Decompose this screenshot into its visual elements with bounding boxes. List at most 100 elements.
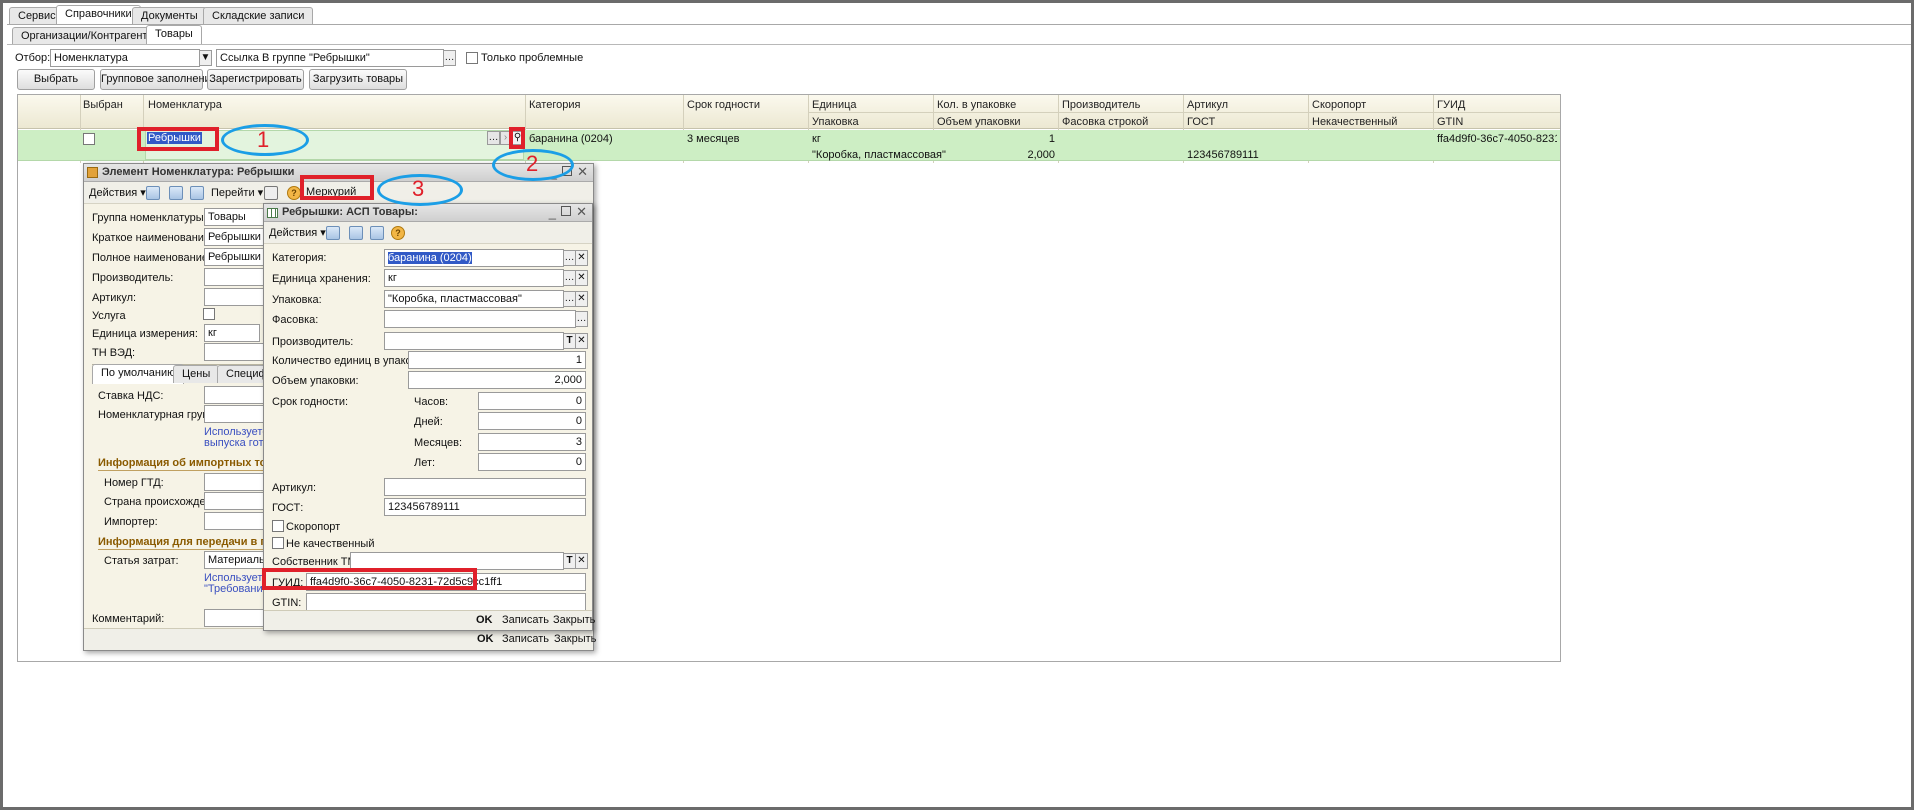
header-package[interactable]: Упаковка: [812, 116, 859, 128]
list-icon[interactable]: [264, 186, 278, 200]
service-checkbox[interactable]: [203, 308, 215, 320]
tab-warehouse-records[interactable]: Складские записи: [203, 7, 314, 25]
label-tm-owner: Собственник ТМ:: [272, 556, 360, 568]
header-selected[interactable]: Выбран: [83, 99, 123, 111]
perishable-checkbox[interactable]: [272, 520, 284, 532]
field-unit[interactable]: кг: [204, 324, 260, 342]
tab-goods[interactable]: Товары: [146, 25, 202, 45]
tm-owner-clear[interactable]: ✕: [575, 553, 588, 569]
filter-value-select[interactable]: …: [443, 50, 456, 66]
field-short-name[interactable]: Ребрышки: [204, 228, 264, 246]
actions-menu[interactable]: Действия ▾: [89, 186, 146, 199]
minimize-icon[interactable]: _: [549, 205, 556, 220]
register-button[interactable]: Зарегистрировать: [207, 69, 304, 90]
tab-prices[interactable]: Цены: [173, 365, 220, 383]
field-gtd[interactable]: [204, 473, 264, 491]
save-button[interactable]: Записать: [502, 633, 549, 645]
refresh-icon[interactable]: [349, 226, 363, 240]
field-gost[interactable]: 123456789111: [384, 498, 586, 516]
header-gost[interactable]: ГОСТ: [1187, 116, 1215, 128]
tab-documents[interactable]: Документы: [132, 7, 207, 25]
field-nomgroup[interactable]: [204, 405, 264, 423]
save-list-icon[interactable]: [146, 186, 160, 200]
field-article[interactable]: [204, 288, 264, 306]
field-producer[interactable]: [384, 332, 564, 350]
header-shelf-life[interactable]: Срок годности: [687, 99, 760, 111]
close-icon[interactable]: ✕: [577, 164, 588, 180]
field-gtin[interactable]: [306, 593, 586, 611]
field-vat[interactable]: [204, 386, 264, 404]
header-fasovka[interactable]: Фасовка строкой: [1062, 116, 1148, 128]
load-goods-button[interactable]: Загрузить товары: [309, 69, 407, 90]
field-months[interactable]: 3: [478, 433, 586, 451]
asp-goods-window[interactable]: Ребрышки: АСП Товары: _ ✕ Действия ▾ ? К…: [263, 203, 595, 631]
field-comment[interactable]: [204, 609, 264, 627]
field-days[interactable]: 0: [478, 412, 586, 430]
tab-organizations[interactable]: Организации/Контрагенты: [12, 27, 165, 45]
header-category[interactable]: Категория: [529, 99, 580, 111]
category-clear[interactable]: ✕: [575, 250, 588, 266]
row-selected-checkbox[interactable]: [83, 133, 95, 145]
filter-value-field[interactable]: Ссылка В группе "Ребрышки": [216, 49, 444, 67]
row-name-select[interactable]: …: [487, 131, 500, 145]
refresh-icon[interactable]: [169, 186, 183, 200]
field-full-name[interactable]: Ребрышки: [204, 248, 264, 266]
copy-icon[interactable]: [190, 186, 204, 200]
header-producer[interactable]: Производитель: [1062, 99, 1140, 111]
field-package[interactable]: "Коробка, пластмассовая": [384, 290, 564, 308]
field-fasovka[interactable]: [384, 310, 576, 328]
help-icon[interactable]: ?: [287, 186, 301, 200]
field-tnved[interactable]: [204, 343, 264, 361]
header-perishable[interactable]: Скоропорт: [1312, 99, 1366, 111]
select-button[interactable]: Выбрать: [17, 69, 95, 90]
label-group: Группа номенклатуры:: [92, 212, 207, 224]
field-importer[interactable]: [204, 512, 264, 530]
tab-directories[interactable]: Справочники: [56, 5, 141, 25]
field-article[interactable]: [384, 478, 586, 496]
producer-clear[interactable]: ✕: [575, 333, 588, 349]
header-guid[interactable]: ГУИД: [1437, 99, 1465, 111]
field-hours[interactable]: 0: [478, 392, 586, 410]
header-gtin[interactable]: GTIN: [1437, 116, 1463, 128]
header-article[interactable]: Артикул: [1187, 99, 1228, 111]
close-button[interactable]: Закрыть: [554, 633, 596, 645]
section-import-info: Информация об импортных товар: [98, 457, 286, 469]
field-category[interactable]: баранина (0204): [384, 249, 564, 267]
header-nomenclature[interactable]: Номенклатура: [148, 99, 222, 111]
close-button[interactable]: Закрыть: [553, 614, 595, 626]
field-cost-item[interactable]: Материальны: [204, 551, 264, 569]
header-unit[interactable]: Единица: [812, 99, 857, 111]
save-button[interactable]: Записать: [502, 614, 549, 626]
fasovka-select[interactable]: …: [575, 311, 588, 327]
copy-icon[interactable]: [370, 226, 384, 240]
actions-menu[interactable]: Действия ▾: [269, 226, 326, 239]
save-list-icon[interactable]: [326, 226, 340, 240]
goto-menu[interactable]: Перейти ▾: [211, 186, 263, 199]
row-category: баранина (0204): [529, 133, 613, 145]
group-fill-button[interactable]: Групповое заполнение: [100, 69, 217, 90]
tab-default[interactable]: По умолчанию: [92, 364, 185, 384]
header-bad-quality[interactable]: Некачественный: [1312, 116, 1397, 128]
label-service: Услуга: [92, 310, 126, 322]
field-pack-volume[interactable]: 2,000: [408, 371, 586, 389]
filter-type-dropdown[interactable]: ▼: [199, 50, 212, 66]
field-country[interactable]: [204, 492, 264, 510]
ok-button[interactable]: OK: [476, 614, 493, 626]
filter-type-field[interactable]: Номенклатура: [50, 49, 200, 67]
bad-quality-checkbox[interactable]: [272, 537, 284, 549]
field-storage-unit[interactable]: кг: [384, 269, 564, 287]
field-units-in-pack[interactable]: 1: [408, 351, 586, 369]
field-producer[interactable]: [204, 268, 264, 286]
field-group[interactable]: Товары: [204, 208, 264, 226]
only-problem-checkbox[interactable]: [466, 52, 478, 64]
field-years[interactable]: 0: [478, 453, 586, 471]
package-clear[interactable]: ✕: [575, 291, 588, 307]
window-title[interactable]: Ребрышки: АСП Товары:: [264, 204, 592, 222]
header-pack-volume[interactable]: Объем упаковки: [937, 116, 1021, 128]
storage-unit-clear[interactable]: ✕: [575, 270, 588, 286]
ok-button[interactable]: OK: [477, 633, 494, 645]
maximize-icon[interactable]: [561, 206, 571, 216]
close-icon[interactable]: ✕: [576, 204, 587, 220]
help-icon[interactable]: ?: [391, 226, 405, 240]
header-qty-in-pack[interactable]: Кол. в упаковке: [937, 99, 1016, 111]
